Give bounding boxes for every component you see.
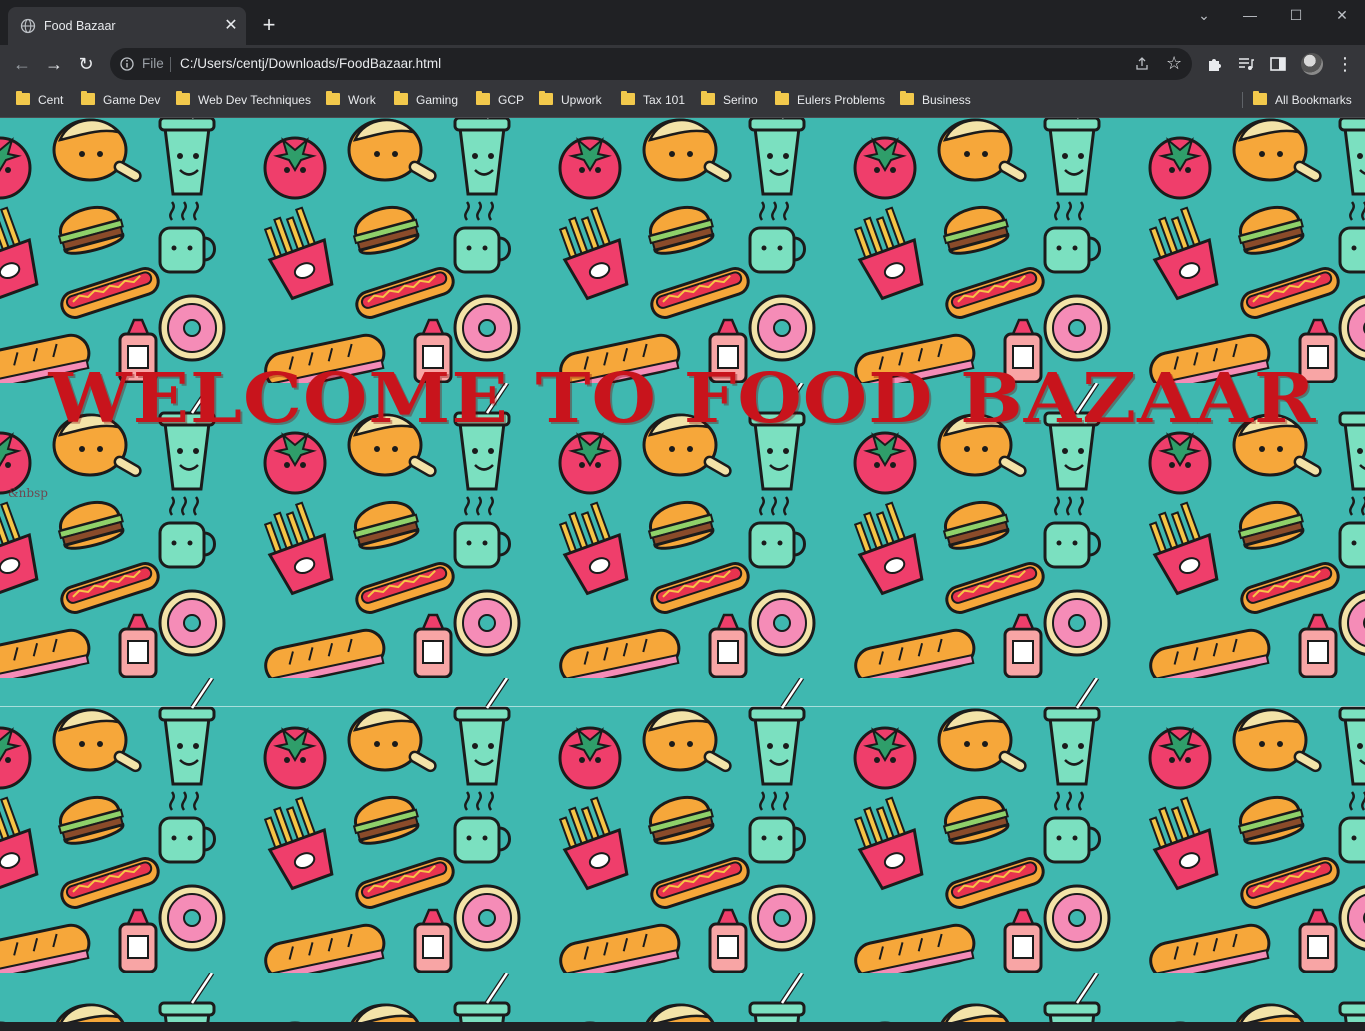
side-panel-icon[interactable]: [1269, 55, 1287, 73]
bookmark-upwork[interactable]: Upwork: [539, 91, 602, 109]
bookmark-cent[interactable]: Cent: [16, 91, 63, 109]
minimize-button[interactable]: —: [1227, 0, 1273, 30]
bookmark-gaming[interactable]: Gaming: [394, 91, 458, 109]
folder-icon: [81, 91, 95, 105]
welcome-heading: WELCOME TO FOOD BAZAAR: [48, 359, 1317, 439]
folder-icon: [476, 91, 490, 105]
stray-entity-text: &nbsp: [8, 486, 48, 500]
bookmarks-divider: [1242, 92, 1243, 108]
folder-icon: [326, 91, 340, 105]
folder-icon: [621, 91, 635, 105]
bookmark-business[interactable]: Business: [900, 91, 971, 109]
folder-icon: [701, 91, 715, 105]
browser-toolbar: ← → ↻ File C:/Users/centj/Downloads/Food…: [0, 45, 1365, 83]
horizontal-rule: [0, 706, 1365, 707]
folder-icon: [1253, 91, 1267, 105]
bookmark-tax-101[interactable]: Tax 101: [621, 91, 685, 109]
menu-icon[interactable]: ⋮: [1336, 53, 1354, 75]
url-text[interactable]: C:/Users/centj/Downloads/FoodBazaar.html: [180, 56, 441, 71]
folder-icon: [16, 91, 30, 105]
reload-button[interactable]: ↻: [73, 51, 99, 77]
folder-icon: [775, 91, 789, 105]
food-doodle-pattern: [0, 118, 1365, 1022]
bookmark-web-dev-techniques[interactable]: Web Dev Techniques: [176, 91, 311, 109]
folder-icon: [394, 91, 408, 105]
browser-tab[interactable]: Food Bazaar ✕: [8, 7, 246, 45]
bookmark-game-dev[interactable]: Game Dev: [81, 91, 160, 109]
bookmark-serino[interactable]: Serino: [701, 91, 758, 109]
tab-title: Food Bazaar: [44, 19, 116, 33]
scheme-label: File: [142, 56, 164, 71]
extensions-icon[interactable]: [1206, 55, 1224, 73]
info-icon[interactable]: [120, 57, 134, 71]
folder-icon: [176, 91, 190, 105]
bookmark-eulers-problems[interactable]: Eulers Problems: [775, 91, 885, 109]
profile-avatar[interactable]: [1301, 53, 1323, 75]
bookmarks-bar: Cent Game Dev Web Dev Techniques Work Ga…: [0, 83, 1365, 118]
folder-icon: [900, 91, 914, 105]
bookmark-gcp[interactable]: GCP: [476, 91, 524, 109]
taskbar-strip: [0, 1022, 1365, 1031]
address-separator: [170, 57, 171, 72]
title-bar: Food Bazaar ✕ + ⌄ — ☐ ✕: [0, 0, 1365, 45]
back-button[interactable]: ←: [9, 51, 35, 77]
all-bookmarks-folder[interactable]: All Bookmarks: [1253, 91, 1352, 109]
new-tab-button[interactable]: +: [257, 13, 281, 37]
share-icon[interactable]: [1134, 56, 1150, 72]
address-bar[interactable]: File C:/Users/centj/Downloads/FoodBazaar…: [110, 48, 1192, 80]
maximize-button[interactable]: ☐: [1273, 0, 1319, 30]
bookmark-work[interactable]: Work: [326, 91, 376, 109]
bookmark-star-icon[interactable]: ☆: [1166, 53, 1182, 74]
forward-button[interactable]: →: [41, 51, 67, 77]
page-viewport: WELCOME TO FOOD BAZAAR &nbsp: [0, 118, 1365, 1022]
folder-icon: [539, 91, 553, 105]
globe-icon: [20, 18, 36, 34]
close-window-button[interactable]: ✕: [1319, 0, 1365, 30]
tab-search-icon[interactable]: ⌄: [1181, 0, 1227, 30]
media-controls-icon[interactable]: [1237, 55, 1255, 73]
close-tab-icon[interactable]: ✕: [222, 17, 240, 35]
